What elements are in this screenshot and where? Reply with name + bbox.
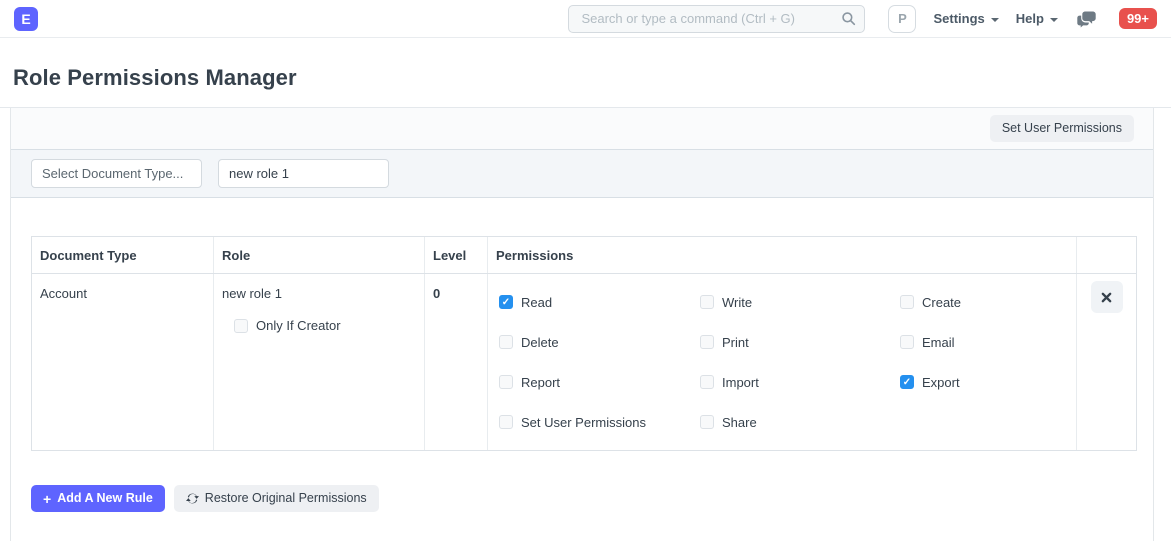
permission-checkbox-read[interactable]: ✓ — [499, 295, 513, 309]
delete-rule-button[interactable] — [1091, 281, 1123, 313]
permissions-card: Set User Permissions Document Type Role … — [10, 108, 1154, 541]
permission-label: Write — [722, 295, 752, 310]
permission-label: Print — [722, 335, 749, 350]
header-role: Role — [214, 237, 425, 273]
help-label: Help — [1016, 11, 1044, 26]
chevron-down-icon — [1050, 18, 1058, 22]
level-cell: 0 — [425, 274, 488, 450]
notifications-badge[interactable]: 99+ — [1119, 8, 1157, 29]
permission-create[interactable]: Create — [900, 282, 1088, 322]
chat-button[interactable] — [1077, 10, 1097, 28]
restore-permissions-label: Restore Original Permissions — [205, 491, 367, 506]
only-if-creator-label: Only If Creator — [256, 318, 341, 333]
refresh-icon — [186, 492, 199, 505]
navbar-right: P Settings Help 99+ — [888, 5, 1157, 33]
settings-menu[interactable]: Settings — [933, 11, 998, 26]
permission-label: Export — [922, 375, 960, 390]
permission-share[interactable]: Share — [700, 402, 900, 442]
permission-report[interactable]: Report — [499, 362, 700, 402]
permission-print[interactable]: Print — [700, 322, 900, 362]
permission-checkbox-set-user-permissions[interactable] — [499, 415, 513, 429]
permission-set-user-permissions[interactable]: Set User Permissions — [499, 402, 700, 442]
header-actions — [1077, 237, 1136, 273]
permission-checkbox-delete[interactable] — [499, 335, 513, 349]
permission-label: Set User Permissions — [521, 415, 646, 430]
permission-checkbox-share[interactable] — [700, 415, 714, 429]
permission-write[interactable]: Write — [700, 282, 900, 322]
chevron-down-icon — [991, 18, 999, 22]
add-new-rule-label: Add A New Rule — [57, 491, 153, 506]
settings-label: Settings — [933, 11, 984, 26]
permissions-grid: ✓ Read Write Create Delete Print Email Report Im… — [488, 274, 1077, 450]
restore-permissions-button[interactable]: Restore Original Permissions — [174, 485, 379, 512]
title-bar: Role Permissions Manager — [0, 38, 1171, 108]
only-if-creator-option[interactable]: Only If Creator — [234, 318, 416, 333]
permission-label: Share — [722, 415, 757, 430]
doctype-cell: Account — [32, 274, 214, 450]
permission-label: Create — [922, 295, 961, 310]
permissions-table: Document Type Role Level Permissions Acc… — [31, 236, 1137, 451]
user-avatar[interactable]: P — [888, 5, 916, 33]
role-filter-input[interactable] — [218, 159, 389, 188]
role-name: new role 1 — [222, 286, 416, 301]
app-logo[interactable]: E — [14, 7, 38, 31]
permission-checkbox-create[interactable] — [900, 295, 914, 309]
table-header-row: Document Type Role Level Permissions — [32, 237, 1136, 274]
actions-cell — [1077, 274, 1136, 450]
permission-delete[interactable]: Delete — [499, 322, 700, 362]
role-cell: new role 1 Only If Creator — [214, 274, 425, 450]
permission-checkbox-write[interactable] — [700, 295, 714, 309]
header-permissions: Permissions — [488, 237, 1077, 273]
permission-export[interactable]: ✓ Export — [900, 362, 1088, 402]
help-menu[interactable]: Help — [1016, 11, 1058, 26]
permission-label: Email — [922, 335, 955, 350]
permission-read[interactable]: ✓ Read — [499, 282, 700, 322]
card-toolbar: Set User Permissions — [11, 108, 1153, 149]
navbar: E P Settings Help 99+ — [0, 0, 1171, 38]
set-user-permissions-button[interactable]: Set User Permissions — [990, 115, 1134, 142]
document-type-select[interactable] — [31, 159, 202, 188]
permission-checkbox-report[interactable] — [499, 375, 513, 389]
plus-icon: + — [43, 492, 51, 506]
add-new-rule-button[interactable]: + Add A New Rule — [31, 485, 165, 512]
permission-import[interactable]: Import — [700, 362, 900, 402]
permission-label: Delete — [521, 335, 559, 350]
permission-checkbox-email[interactable] — [900, 335, 914, 349]
close-icon — [1101, 292, 1112, 303]
chat-bubbles-icon — [1077, 10, 1097, 28]
permission-label: Import — [722, 375, 759, 390]
table-row: Account new role 1 Only If Creator 0 ✓ Re… — [32, 274, 1136, 450]
permission-checkbox-export[interactable]: ✓ — [900, 375, 914, 389]
page-title: Role Permissions Manager — [13, 65, 297, 91]
header-document-type: Document Type — [32, 237, 214, 273]
only-if-creator-checkbox[interactable] — [234, 319, 248, 333]
permission-label: Read — [521, 295, 552, 310]
permission-label: Report — [521, 375, 560, 390]
global-search — [568, 5, 865, 33]
permission-email[interactable]: Email — [900, 322, 1088, 362]
permission-checkbox-print[interactable] — [700, 335, 714, 349]
header-level: Level — [425, 237, 488, 273]
permission-checkbox-import[interactable] — [700, 375, 714, 389]
filter-bar — [11, 149, 1153, 198]
card-body: Document Type Role Level Permissions Acc… — [11, 198, 1153, 541]
search-input[interactable] — [568, 5, 865, 33]
